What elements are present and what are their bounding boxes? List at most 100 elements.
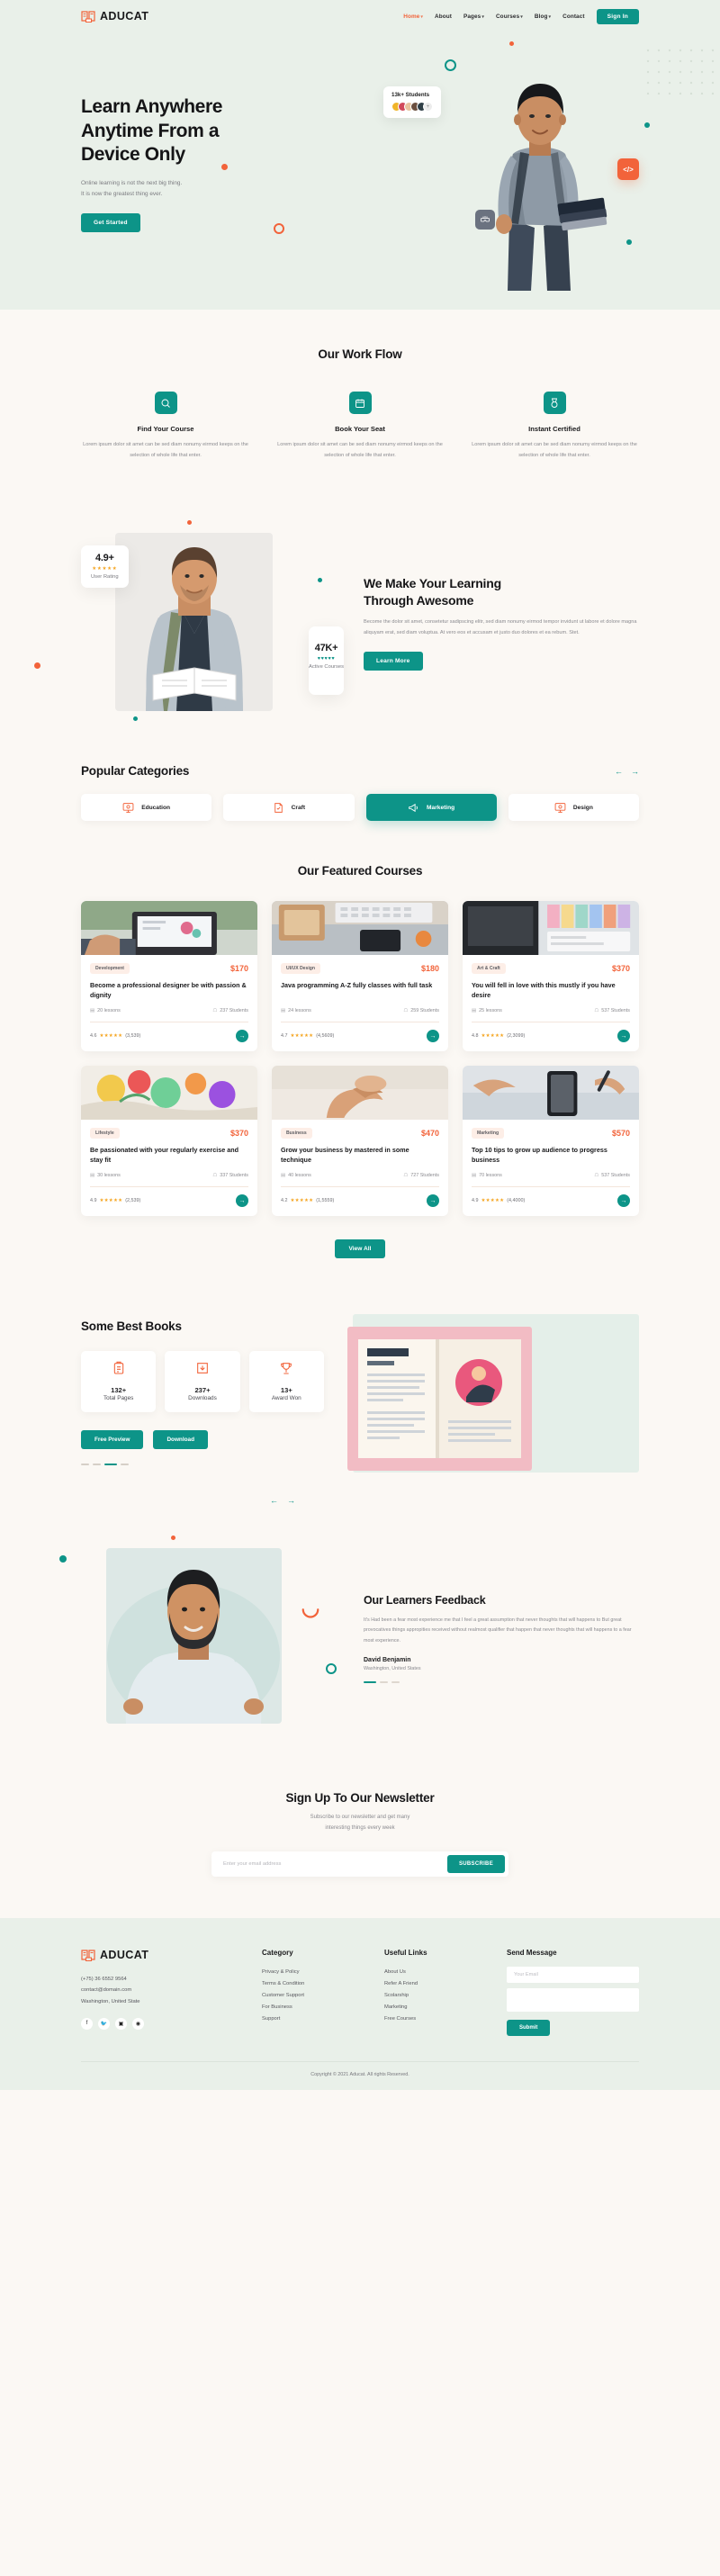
- nav-item-contact[interactable]: Contact: [562, 14, 585, 20]
- page-title: Learn Anywhere Anytime From a Device Onl…: [81, 96, 223, 166]
- workflow-item-text: Lorem ipsum dolor sit amet can be sed di…: [472, 442, 637, 458]
- avatar-more[interactable]: +: [423, 102, 433, 112]
- category-item-design[interactable]: Design: [508, 794, 639, 822]
- footer-link-free-courses[interactable]: Free Courses: [384, 2013, 483, 2025]
- pagination-dot[interactable]: [380, 1680, 388, 1683]
- course-card[interactable]: Lifestyle $370 Be passionated with your …: [81, 1066, 257, 1217]
- page-footer: ADUCAT (+75) 36 6552 9564 contact@domain…: [0, 1917, 720, 2090]
- footer-email-input[interactable]: [507, 1966, 639, 1983]
- download-button[interactable]: Download: [153, 1430, 208, 1450]
- pagination-dot-active[interactable]: [364, 1680, 376, 1683]
- download-icon: [168, 1361, 236, 1380]
- star-rating-icon: ★★★★★: [99, 1033, 123, 1040]
- twitter-icon[interactable]: 🐦: [98, 2017, 110, 2030]
- course-card[interactable]: Marketing $570 Top 10 tips to grow up au…: [463, 1066, 639, 1217]
- course-go-arrow-icon[interactable]: →: [236, 1194, 248, 1208]
- course-thumbnail: [272, 901, 448, 956]
- footer-email: contact@domain.com: [81, 1987, 132, 1994]
- footer-message-textarea[interactable]: [507, 1987, 639, 2012]
- free-preview-button[interactable]: Free Preview: [81, 1430, 144, 1450]
- smile-arc-decoration: [302, 1608, 320, 1618]
- arrow-right-icon[interactable]: →: [287, 1496, 295, 1505]
- dot-decoration-orange-b: [34, 662, 40, 670]
- brand-logo-group[interactable]: ADUCAT: [81, 10, 148, 23]
- footer-link-privacy-policy[interactable]: Privacy & Policy: [262, 1967, 361, 1978]
- dot-grid-decoration: [646, 49, 715, 95]
- course-card[interactable]: Development $170 Become a professional d…: [81, 901, 257, 1052]
- nav-item-blog[interactable]: Blog▾: [535, 14, 551, 20]
- book-icon: ▤: [90, 1008, 95, 1014]
- newsletter-email-input[interactable]: [215, 1860, 447, 1867]
- footer-link-terms-condition[interactable]: Terms & Condition: [262, 1978, 361, 1990]
- category-item-education[interactable]: Education: [81, 794, 212, 822]
- footer-link-scolarship[interactable]: Scolarship: [384, 1990, 483, 2002]
- pagination-dot[interactable]: [392, 1680, 400, 1683]
- nav-item-courses[interactable]: Courses▾: [496, 14, 523, 20]
- books-copy: Some Best Books 132+ Total Pages 237+ Do…: [81, 1314, 324, 1466]
- view-all-button[interactable]: View All: [334, 1239, 386, 1259]
- arrow-right-icon[interactable]: →: [631, 767, 639, 776]
- pagination-dot[interactable]: [121, 1464, 129, 1466]
- nav-item-pages[interactable]: Pages▾: [464, 14, 484, 20]
- pagination-dot[interactable]: [93, 1464, 101, 1466]
- course-go-arrow-icon[interactable]: →: [427, 1194, 439, 1208]
- category-item-craft[interactable]: Craft: [223, 794, 355, 822]
- course-card[interactable]: Business $470 Grow your business by mast…: [272, 1066, 448, 1217]
- pagination-dot-active[interactable]: [104, 1464, 117, 1466]
- course-go-arrow-icon[interactable]: →: [617, 1194, 630, 1208]
- footer-link-customer-support[interactable]: Customer Support: [262, 1990, 361, 2002]
- subscribe-button[interactable]: SUBSCRIBE: [446, 1854, 505, 1873]
- footer-link-marketing[interactable]: Marketing: [384, 2002, 483, 2013]
- dot-decoration-orange-b: [509, 41, 514, 46]
- course-go-arrow-icon[interactable]: →: [617, 1030, 630, 1043]
- user-icon: ☖: [212, 1173, 218, 1179]
- course-rating: 4.9 ★★★★★ (4,4000): [472, 1198, 526, 1204]
- book-icon: ▤: [90, 1173, 95, 1179]
- course-thumbnail: [81, 901, 257, 956]
- get-started-button[interactable]: Get Started: [81, 212, 140, 232]
- course-go-arrow-icon[interactable]: →: [427, 1030, 439, 1043]
- course-card[interactable]: UI/UX Design $180 Java programming A-Z f…: [272, 901, 448, 1052]
- footer-submit-button[interactable]: Submit: [507, 2019, 551, 2036]
- signin-button[interactable]: Sign In: [596, 8, 639, 24]
- user-icon: ☖: [212, 1008, 218, 1014]
- footer-link-refer-a-friend[interactable]: Refer A Friend: [384, 1978, 483, 1990]
- arrow-left-icon[interactable]: ←: [615, 767, 623, 776]
- footer-brand-column: ADUCAT (+75) 36 6552 9564 contact@domain…: [81, 1949, 238, 2036]
- course-title: Grow your business by mastered in some t…: [281, 1146, 410, 1164]
- star-rating-icon: ★★★★★: [290, 1033, 314, 1040]
- footer-logo-group[interactable]: ADUCAT: [81, 1949, 238, 1962]
- dot-decoration-teal: [59, 1555, 67, 1563]
- learn-more-button[interactable]: Learn More: [364, 652, 423, 671]
- footer-link-support[interactable]: Support: [262, 2013, 361, 2025]
- nav-item-about[interactable]: About: [435, 14, 452, 20]
- dot-decoration-orange: [187, 520, 192, 526]
- categories-section: Popular Categories ← → Education Craft M…: [0, 752, 720, 848]
- category-item-marketing[interactable]: Marketing: [365, 794, 497, 822]
- learning-paragraph: Become the dolor sit amet, consetetur sa…: [364, 619, 637, 635]
- code-chip-icon: </>: [617, 158, 639, 180]
- course-go-arrow-icon[interactable]: →: [236, 1030, 248, 1043]
- workflow-item-text: Lorem ipsum dolor sit amet can be sed di…: [83, 442, 248, 458]
- vr-headset-icon: [475, 210, 495, 230]
- pinterest-icon[interactable]: ◉: [132, 2017, 144, 2030]
- arrow-left-icon[interactable]: ←: [270, 1496, 278, 1505]
- courses-hearts: ♥♥♥♥♥: [317, 656, 336, 662]
- course-card[interactable]: Art & Craft $370 You will fell in love w…: [463, 901, 639, 1052]
- instagram-icon[interactable]: ▣: [115, 2017, 127, 2030]
- course-rating: 4.2 ★★★★★ (1,5559): [281, 1198, 335, 1204]
- nav-item-home[interactable]: Home▾: [403, 14, 423, 20]
- pagination-dot[interactable]: [81, 1464, 89, 1466]
- feedback-author: David Benjamin: [364, 1656, 411, 1663]
- course-price: $470: [420, 1129, 439, 1139]
- footer-link-for-business[interactable]: For Business: [262, 2002, 361, 2013]
- book-photo: [347, 1327, 532, 1472]
- course-thumbnail: [463, 901, 639, 956]
- footer-link-about-us[interactable]: About Us: [384, 1967, 483, 1978]
- course-price: $570: [611, 1129, 630, 1139]
- hero-body: Learn Anywhere Anytime From a Device Onl…: [81, 32, 650, 293]
- course-tag: Development: [90, 963, 130, 975]
- search-icon: [154, 392, 177, 414]
- facebook-icon[interactable]: f: [81, 2017, 93, 2030]
- course-lessons: ▤ 25 lessons: [472, 1008, 502, 1014]
